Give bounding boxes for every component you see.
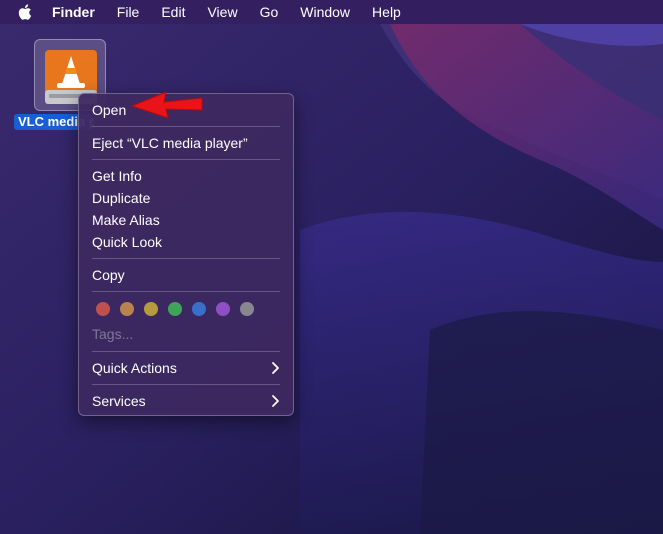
menu-finder[interactable]: Finder xyxy=(52,4,95,20)
context-menu: Open Eject “VLC media player” Get Info D… xyxy=(78,93,294,416)
apple-logo-icon[interactable] xyxy=(16,3,34,21)
menu-go[interactable]: Go xyxy=(260,4,279,20)
menu-help[interactable]: Help xyxy=(372,4,401,20)
menu-separator xyxy=(92,159,280,160)
menu-file[interactable]: File xyxy=(117,4,140,20)
menu-item-get-info[interactable]: Get Info xyxy=(92,166,142,186)
chevron-right-icon xyxy=(270,361,280,375)
menu-separator xyxy=(92,258,280,259)
tag-green[interactable] xyxy=(168,302,182,316)
menu-view[interactable]: View xyxy=(207,4,237,20)
menu-item-tags[interactable]: Tags... xyxy=(92,324,133,344)
menu-item-quick-look[interactable]: Quick Look xyxy=(92,232,162,252)
tag-orange[interactable] xyxy=(120,302,134,316)
tag-blue[interactable] xyxy=(192,302,206,316)
tag-red[interactable] xyxy=(96,302,110,316)
menu-window[interactable]: Window xyxy=(300,4,350,20)
menu-item-services[interactable]: Services xyxy=(92,391,146,411)
menu-item-duplicate[interactable]: Duplicate xyxy=(92,188,150,208)
menu-item-quick-actions[interactable]: Quick Actions xyxy=(92,358,177,378)
menu-bar: Finder File Edit View Go Window Help xyxy=(0,0,663,24)
menu-separator xyxy=(92,291,280,292)
menu-separator xyxy=(92,384,280,385)
red-arrow-icon xyxy=(128,88,206,127)
menu-edit[interactable]: Edit xyxy=(161,4,185,20)
menu-item-eject[interactable]: Eject “VLC media player” xyxy=(92,133,248,153)
menu-item-copy[interactable]: Copy xyxy=(92,265,125,285)
chevron-right-icon xyxy=(270,394,280,408)
menu-separator xyxy=(92,351,280,352)
tag-yellow[interactable] xyxy=(144,302,158,316)
tag-purple[interactable] xyxy=(216,302,230,316)
tag-gray[interactable] xyxy=(240,302,254,316)
menu-item-open[interactable]: Open xyxy=(92,100,126,120)
menu-item-make-alias[interactable]: Make Alias xyxy=(92,210,160,230)
